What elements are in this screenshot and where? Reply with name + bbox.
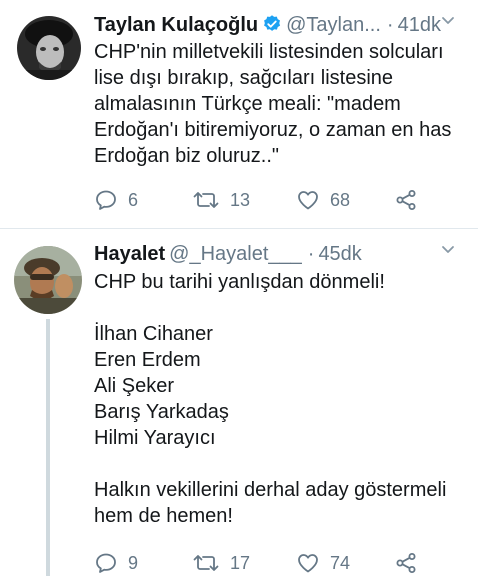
retweet-button[interactable]: 13 [192, 186, 250, 214]
like-count: 68 [330, 189, 351, 210]
tweet[interactable]: Hayalet @_Hayalet___ · 45dk CHP bu tarihi y… [0, 229, 478, 576]
reply-count: 6 [128, 189, 139, 210]
reply-button[interactable]: 9 [94, 549, 138, 576]
display-name[interactable]: Hayalet [94, 243, 165, 265]
chevron-down-icon[interactable] [440, 12, 456, 33]
retweet-icon [192, 188, 220, 212]
reply-button[interactable]: 6 [94, 186, 138, 214]
tweet[interactable]: Taylan Kulaçoğlu @Taylan... · 41dk CHP'nin … [0, 0, 478, 228]
share-button[interactable] [394, 186, 418, 214]
timestamp[interactable]: 41dk [398, 14, 441, 36]
share-icon [394, 551, 418, 575]
retweet-icon [192, 551, 220, 575]
tweet-header: Hayalet @_Hayalet___ · 45dk [94, 240, 478, 268]
display-name[interactable]: Taylan Kulaçoğlu [94, 14, 258, 36]
username[interactable]: @Taylan... [286, 14, 381, 36]
thread-line [46, 319, 50, 576]
heart-icon [296, 188, 320, 212]
avatar[interactable] [17, 16, 81, 80]
avatar[interactable] [14, 246, 82, 314]
separator-dot: · [307, 243, 315, 265]
reply-count: 9 [128, 552, 139, 573]
timestamp[interactable]: 45dk [318, 243, 361, 265]
like-count: 74 [330, 552, 351, 573]
chevron-down-icon[interactable] [440, 241, 456, 262]
retweet-button[interactable]: 17 [192, 549, 250, 576]
verified-badge-icon [262, 14, 282, 42]
reply-icon [94, 188, 118, 212]
reply-icon [94, 551, 118, 575]
username[interactable]: @_Hayalet___ [169, 243, 302, 265]
tweet-actions: 9 17 74 [94, 549, 434, 576]
tweet-actions: 6 13 68 [94, 186, 434, 214]
heart-icon [296, 551, 320, 575]
retweet-count: 13 [230, 189, 251, 210]
like-button[interactable]: 68 [296, 186, 350, 214]
retweet-count: 17 [230, 552, 251, 573]
tweet-text: CHP'nin milletvekili listesinden solcula… [94, 41, 452, 167]
tweet-text: CHP bu tarihi yanlışdan dönmeli! İlhan C… [94, 271, 447, 527]
share-icon [394, 188, 418, 212]
like-button[interactable]: 74 [296, 549, 350, 576]
tweet-header: Taylan Kulaçoğlu @Taylan... · 41dk [94, 11, 478, 39]
separator-dot: · [386, 14, 394, 36]
share-button[interactable] [394, 549, 418, 576]
